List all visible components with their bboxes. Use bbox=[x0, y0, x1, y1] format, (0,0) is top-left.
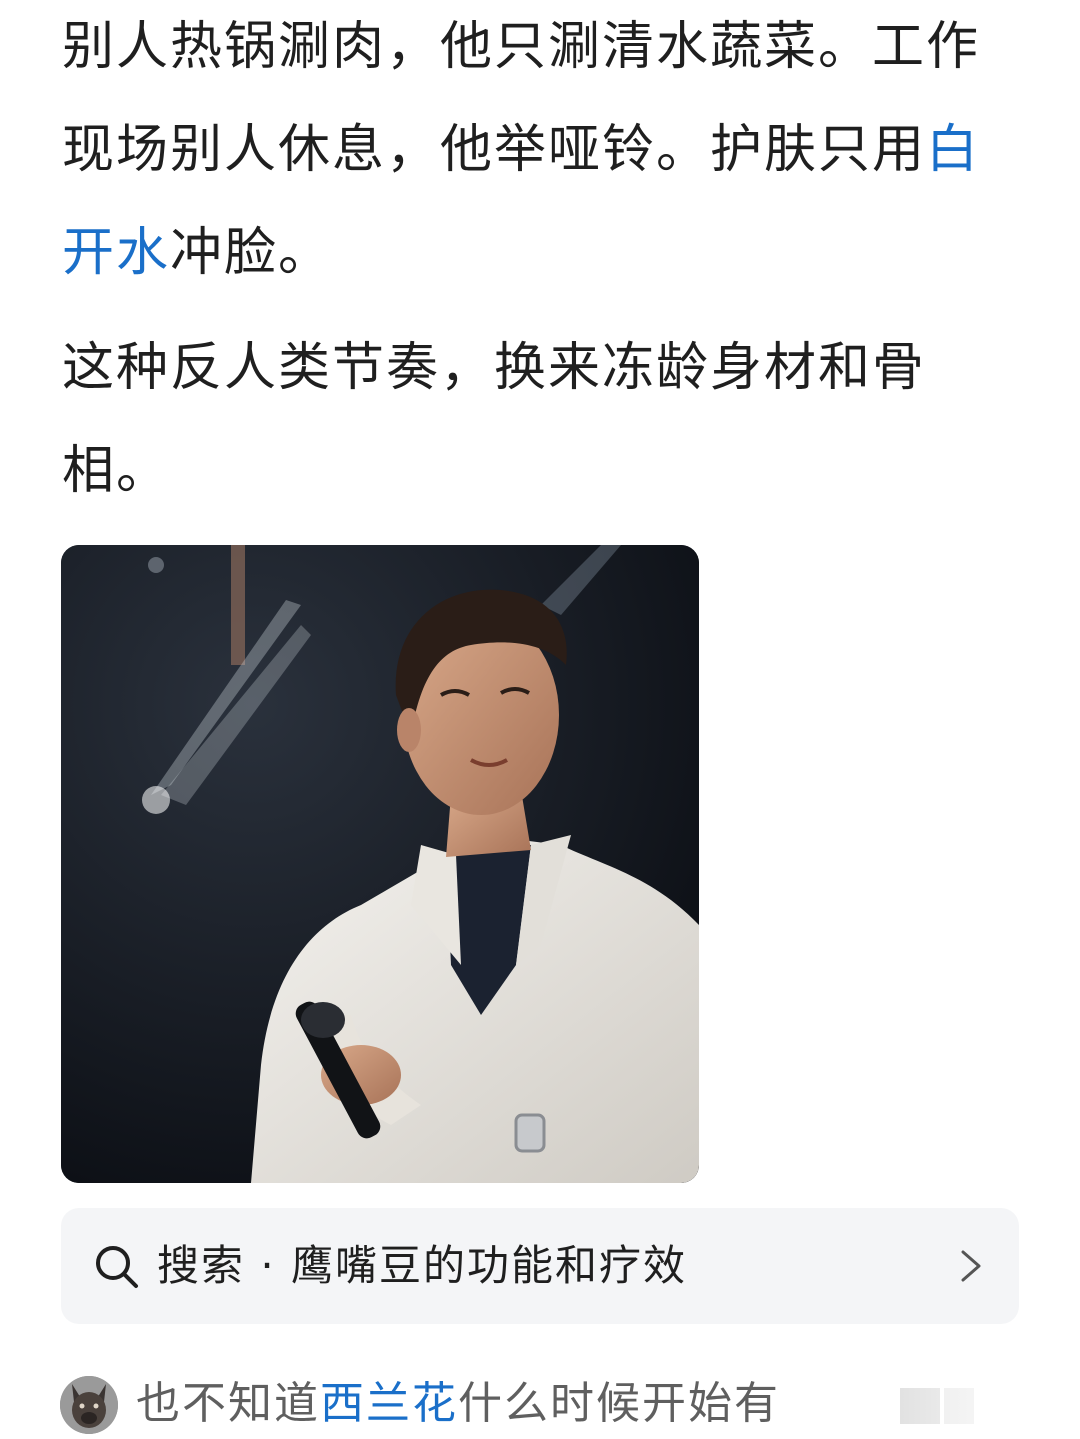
truncated-text-fade bbox=[840, 1378, 1060, 1434]
inline-link-xilanhua[interactable]: 西兰花 bbox=[320, 1378, 458, 1429]
article-paragraph-2: 这种反人类节奏，换来冻龄身材和骨相。 bbox=[62, 338, 927, 501]
paragraph-text: 冲脸。 bbox=[170, 223, 333, 283]
related-search-label: 搜索 · 鹰嘴豆的功能和疗效 bbox=[157, 1241, 688, 1290]
paragraph-text: 别人热锅涮肉，他只涮清水蔬菜。工作现场别人休息，他举哑铃。护肤只用 bbox=[62, 17, 981, 180]
comment-text-part: 什么时候开始有 bbox=[458, 1378, 780, 1429]
comment-text-part: 也不知道 bbox=[136, 1378, 320, 1429]
concert-photo-illustration bbox=[61, 545, 699, 1183]
article-body: 别人热锅涮肉，他只涮清水蔬菜。工作现场别人休息，他举哑铃。护肤只用白开水冲脸。 … bbox=[62, 0, 1022, 523]
related-search-card[interactable]: 搜索 · 鹰嘴豆的功能和疗效 bbox=[61, 1208, 1019, 1324]
search-icon bbox=[96, 1246, 138, 1288]
dog-avatar-icon bbox=[60, 1376, 118, 1434]
comment-text: 也不知道西兰花什么时候开始有 bbox=[136, 1372, 780, 1436]
article-photo[interactable] bbox=[61, 545, 699, 1183]
comment-preview[interactable]: 也不知道西兰花什么时候开始有 bbox=[60, 1372, 1060, 1439]
avatar[interactable] bbox=[60, 1376, 118, 1434]
article-paragraph-1: 别人热锅涮肉，他只涮清水蔬菜。工作现场别人休息，他举哑铃。护肤只用白开水冲脸。 bbox=[62, 0, 1022, 305]
chevron-right-icon bbox=[961, 1250, 981, 1282]
